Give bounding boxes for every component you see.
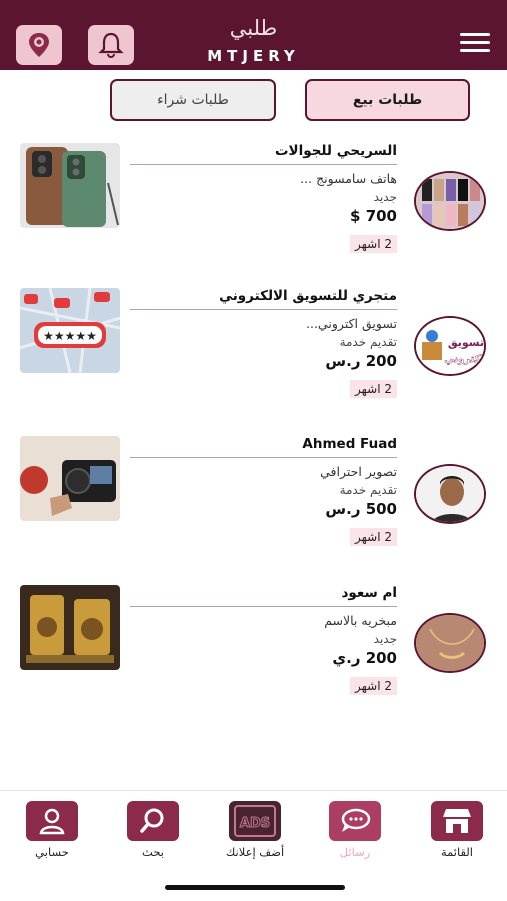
nav-label: بحث bbox=[142, 845, 164, 859]
search-icon bbox=[127, 801, 179, 841]
nav-label: أضف إعلانك bbox=[225, 845, 285, 859]
nav-add-ad[interactable]: ADS أضف إعلانك bbox=[220, 801, 290, 861]
nav-menu[interactable]: القائمة bbox=[422, 801, 492, 861]
listing-image bbox=[20, 143, 120, 228]
hamburger-menu-icon[interactable] bbox=[460, 33, 490, 53]
listing-price: 200 ر.ي bbox=[332, 649, 397, 667]
home-indicator[interactable] bbox=[165, 885, 345, 890]
ads-icon: ADS bbox=[229, 801, 281, 841]
listing-image bbox=[20, 436, 120, 521]
listing-description: تسويق اكتروني... bbox=[306, 316, 397, 331]
listing-card[interactable]: ام سعود مبخريه بالاسم جديد 200 ر.ي 2 اشه… bbox=[0, 585, 507, 715]
tab-label: طلبات بيع bbox=[352, 92, 423, 108]
app-logo-english: MTJERY bbox=[207, 47, 300, 65]
listing-description: تصوير احترافي bbox=[320, 464, 397, 479]
listing-card[interactable]: ★★★★★ متجري للتسويق الالكتروني تسويق اكت… bbox=[0, 288, 507, 418]
ads-icon-text: ADS bbox=[240, 816, 270, 831]
avatar-text-line2: الكتروني bbox=[444, 354, 486, 365]
listing-time-badge: 2 اشهر bbox=[350, 677, 397, 695]
listing-title: متجري للتسويق الالكتروني bbox=[219, 288, 397, 304]
listing-category: تقديم خدمة bbox=[339, 483, 397, 497]
tab-buy-requests[interactable]: طلبات شراء bbox=[110, 79, 276, 121]
listing-title: ام سعود bbox=[341, 585, 397, 601]
nav-search[interactable]: بحث bbox=[118, 801, 188, 861]
divider bbox=[130, 457, 397, 458]
listing-category: جديد bbox=[373, 632, 397, 646]
listing-image: ★★★★★ bbox=[20, 288, 120, 373]
divider bbox=[130, 309, 397, 310]
svg-text:★★★★★: ★★★★★ bbox=[43, 329, 97, 343]
listing-title: Ahmed Fuad bbox=[302, 436, 397, 452]
listing-price: 200 ر.س bbox=[325, 352, 397, 370]
divider bbox=[130, 606, 397, 607]
app-logo-arabic: طلبي bbox=[229, 16, 278, 40]
nav-label: القائمة bbox=[440, 845, 474, 859]
user-icon bbox=[26, 801, 78, 841]
listing-card[interactable]: السريحي للجوالات هاتف سامسونج ... جديد 7… bbox=[0, 143, 507, 273]
avatar-text-line1: تسويق bbox=[448, 336, 484, 349]
listing-category: تقديم خدمة bbox=[339, 335, 397, 349]
listing-time-badge: 2 اشهر bbox=[350, 235, 397, 253]
seller-avatar[interactable] bbox=[414, 171, 486, 231]
listing-price: 500 ر.س bbox=[325, 500, 397, 518]
listing-price: 700 $ bbox=[350, 207, 397, 225]
nav-messages[interactable]: رسائل bbox=[320, 801, 390, 861]
seller-avatar[interactable]: تسويق الكتروني bbox=[414, 316, 486, 376]
listing-description: مبخريه بالاسم bbox=[324, 613, 397, 628]
seller-avatar[interactable] bbox=[414, 613, 486, 673]
listing-category: جديد bbox=[373, 190, 397, 204]
listing-time-badge: 2 اشهر bbox=[350, 528, 397, 546]
nav-account[interactable]: حسابي bbox=[17, 801, 87, 861]
tab-sell-requests[interactable]: طلبات بيع bbox=[305, 79, 470, 121]
chat-icon bbox=[329, 801, 381, 841]
listing-image bbox=[20, 585, 120, 670]
tab-label: طلبات شراء bbox=[157, 92, 229, 108]
nav-label: رسائل bbox=[339, 845, 371, 859]
top-header: طلبي MTJERY bbox=[0, 0, 507, 70]
seller-avatar[interactable] bbox=[414, 464, 486, 524]
store-icon bbox=[431, 801, 483, 841]
listing-card[interactable]: Ahmed Fuad تصوير احترافي تقديم خدمة 500 … bbox=[0, 436, 507, 566]
listing-title: السريحي للجوالات bbox=[274, 143, 397, 159]
nav-label: حسابي bbox=[35, 845, 69, 859]
listing-time-badge: 2 اشهر bbox=[350, 380, 397, 398]
divider bbox=[130, 164, 397, 165]
listing-description: هاتف سامسونج ... bbox=[300, 171, 397, 186]
